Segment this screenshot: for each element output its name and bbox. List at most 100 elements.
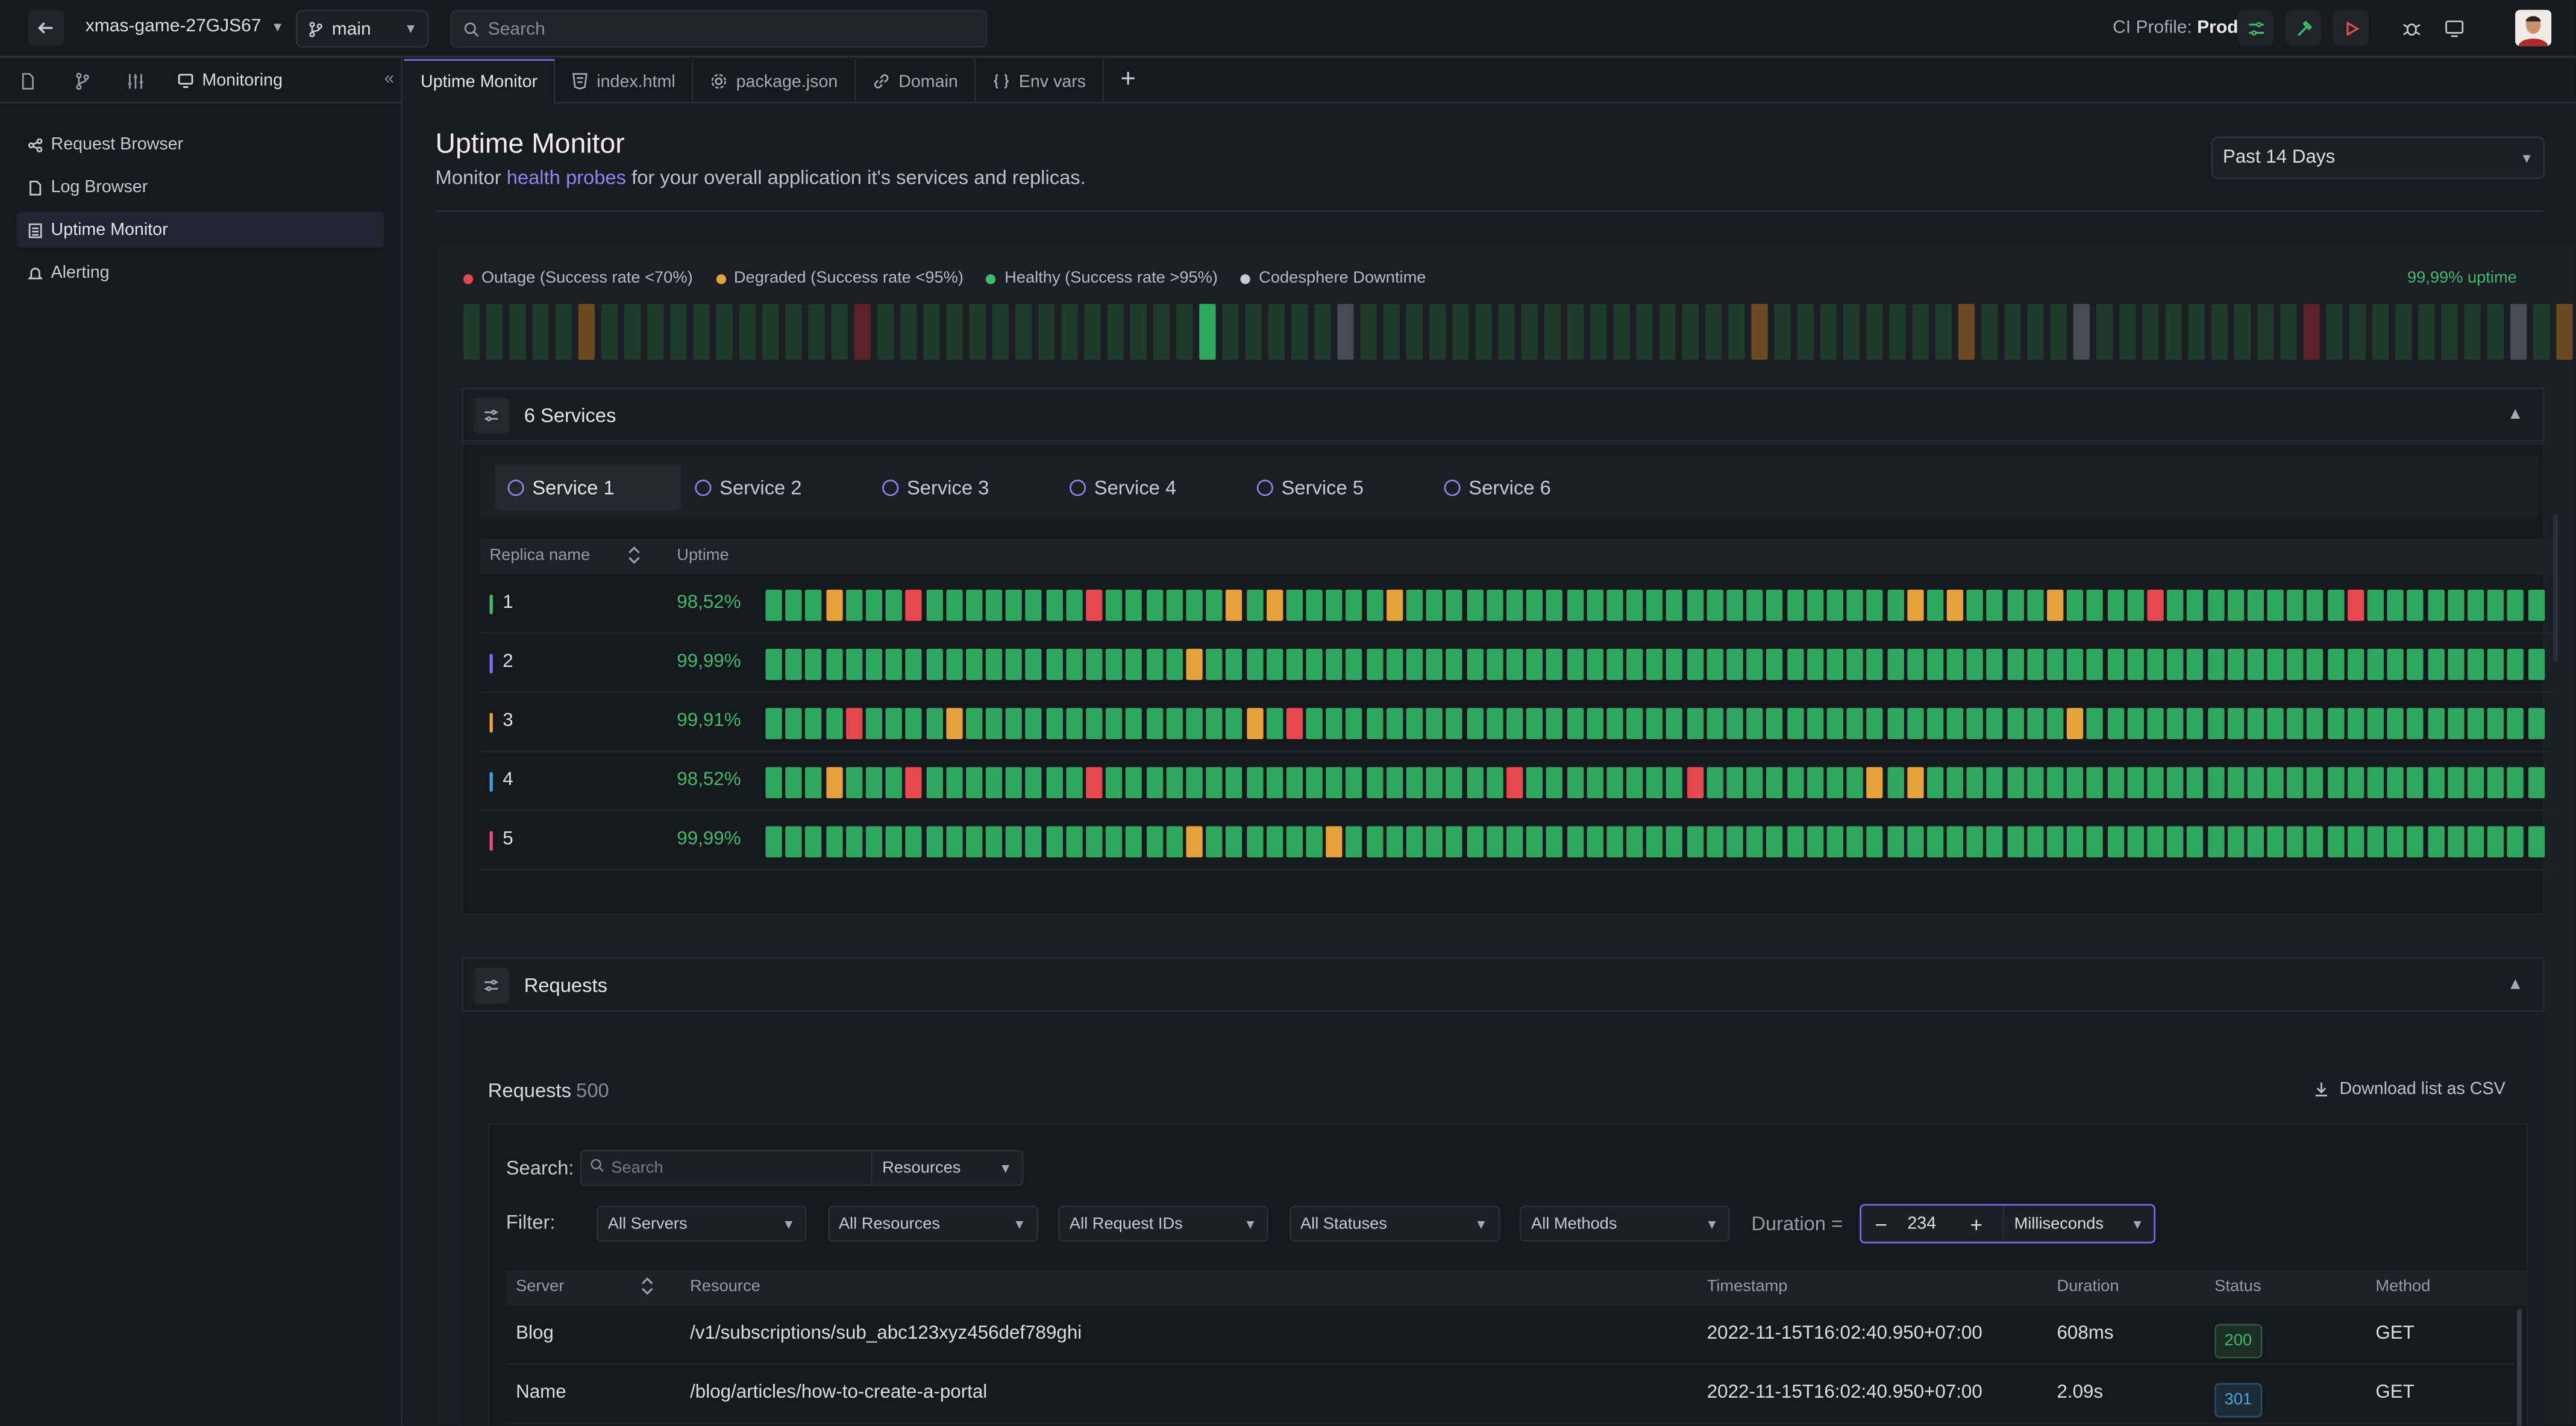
replica-bar[interactable]: [1706, 826, 1723, 858]
replica-bar[interactable]: [2527, 826, 2544, 858]
replica-bar[interactable]: [1045, 708, 1062, 739]
tab-service-4[interactable]: Service 4: [1056, 464, 1244, 510]
overview-bar[interactable]: [1728, 304, 1745, 360]
replica-bar[interactable]: [2087, 589, 2104, 621]
replica-bar[interactable]: [1306, 708, 1323, 739]
replica-bar[interactable]: [1145, 648, 1163, 680]
replica-bar[interactable]: [2127, 826, 2144, 858]
replica-bar[interactable]: [805, 589, 823, 621]
replica-bar[interactable]: [2407, 648, 2424, 680]
replica-bar[interactable]: [1546, 826, 1563, 858]
replica-bar[interactable]: [1766, 767, 1784, 799]
sidebar-item-log-browser[interactable]: Log Browser: [16, 169, 384, 205]
overview-bar[interactable]: [877, 304, 894, 360]
replica-bar[interactable]: [1926, 767, 1943, 799]
replica-bar[interactable]: [2247, 767, 2264, 799]
replica-bar[interactable]: [1206, 708, 1223, 739]
replica-bar[interactable]: [906, 648, 923, 680]
replica-bar[interactable]: [2087, 826, 2104, 858]
replica-bar[interactable]: [2047, 648, 2064, 680]
replica-bar[interactable]: [1226, 589, 1243, 621]
replica-bar[interactable]: [2367, 589, 2384, 621]
replica-bar[interactable]: [2247, 589, 2264, 621]
replica-bar[interactable]: [1426, 767, 1443, 799]
replica-bar[interactable]: [1566, 826, 1583, 858]
replica-bar[interactable]: [1846, 648, 1864, 680]
replica-bar[interactable]: [1045, 648, 1062, 680]
replica-bar[interactable]: [2507, 826, 2524, 858]
replica-bar[interactable]: [2367, 708, 2384, 739]
time-range-select[interactable]: Past 14 Days ▼: [2211, 136, 2545, 180]
sort-icon[interactable]: [627, 545, 641, 570]
replica-bar[interactable]: [1466, 708, 1483, 739]
replica-bar[interactable]: [1006, 826, 1023, 858]
requests-panel-header[interactable]: Requests ▲: [462, 957, 2545, 1012]
replica-bar[interactable]: [2147, 767, 2164, 799]
tab-git[interactable]: [54, 58, 108, 103]
replica-bar[interactable]: [2187, 708, 2204, 739]
replica-bar[interactable]: [1646, 648, 1663, 680]
replica-bar[interactable]: [986, 648, 1003, 680]
replica-bar[interactable]: [2107, 826, 2124, 858]
overview-bar[interactable]: [1268, 304, 1285, 360]
replica-bar[interactable]: [2407, 767, 2424, 799]
replica-bar[interactable]: [1946, 708, 1964, 739]
replica-bar[interactable]: [926, 708, 942, 739]
replica-bar[interactable]: [1506, 826, 1523, 858]
project-selector[interactable]: xmas-game-27GJS67 ▼: [86, 16, 284, 36]
overview-bar[interactable]: [900, 304, 917, 360]
replica-bar[interactable]: [2067, 589, 2084, 621]
overview-bar[interactable]: [2188, 304, 2205, 360]
replica-bar[interactable]: [845, 767, 862, 799]
overview-bar[interactable]: [1705, 304, 1722, 360]
overview-bar[interactable]: [2142, 304, 2159, 360]
replica-bar[interactable]: [2007, 648, 2023, 680]
replica-bar[interactable]: [2387, 648, 2404, 680]
replica-bar[interactable]: [1766, 589, 1784, 621]
replica-bar[interactable]: [2147, 589, 2164, 621]
replica-bar[interactable]: [1766, 708, 1784, 739]
tab-monitoring[interactable]: Monitoring: [163, 58, 298, 103]
replica-bar[interactable]: [2487, 767, 2504, 799]
replica-bar[interactable]: [1126, 767, 1142, 799]
tab-domain[interactable]: Domain: [856, 59, 976, 104]
overview-bar[interactable]: [969, 304, 986, 360]
replica-bar[interactable]: [1466, 648, 1483, 680]
replica-bar[interactable]: [1846, 589, 1864, 621]
replica-bar[interactable]: [1186, 589, 1203, 621]
tab-service-3[interactable]: Service 3: [869, 464, 1056, 510]
replica-bar[interactable]: [2487, 708, 2504, 739]
overview-bar[interactable]: [1360, 304, 1377, 360]
overview-bar[interactable]: [2257, 304, 2274, 360]
replica-bar[interactable]: [2267, 648, 2284, 680]
replica-bar[interactable]: [1126, 826, 1142, 858]
overview-bar[interactable]: [1751, 304, 1768, 360]
replica-bar[interactable]: [2487, 648, 2504, 680]
replica-bar[interactable]: [1506, 589, 1523, 621]
overview-bar[interactable]: [1590, 304, 1607, 360]
replica-bar[interactable]: [1306, 767, 1323, 799]
replica-bar[interactable]: [1106, 826, 1123, 858]
replica-bar[interactable]: [1987, 648, 2004, 680]
replica-bar[interactable]: [2207, 589, 2224, 621]
replica-bar[interactable]: [1967, 648, 1984, 680]
replica-bar[interactable]: [1726, 589, 1743, 621]
replica-bar[interactable]: [865, 708, 882, 739]
replica-bar[interactable]: [1787, 708, 1804, 739]
back-button[interactable]: [28, 10, 64, 46]
overview-bar[interactable]: [1797, 304, 1814, 360]
replica-bar[interactable]: [1386, 767, 1403, 799]
services-panel-header[interactable]: 6 Services ▲: [462, 387, 2545, 442]
replica-bar[interactable]: [1026, 648, 1042, 680]
replica-bar[interactable]: [1126, 708, 1142, 739]
replica-bar[interactable]: [1987, 708, 2004, 739]
replica-bar[interactable]: [2327, 767, 2344, 799]
replica-bar[interactable]: [2207, 767, 2224, 799]
replica-bar[interactable]: [865, 589, 882, 621]
overview-bar[interactable]: [509, 304, 526, 360]
replica-bar[interactable]: [1166, 826, 1183, 858]
replica-bar[interactable]: [2047, 826, 2064, 858]
replica-bar[interactable]: [826, 589, 842, 621]
replica-bar[interactable]: [1126, 648, 1142, 680]
replica-bar[interactable]: [1266, 767, 1283, 799]
